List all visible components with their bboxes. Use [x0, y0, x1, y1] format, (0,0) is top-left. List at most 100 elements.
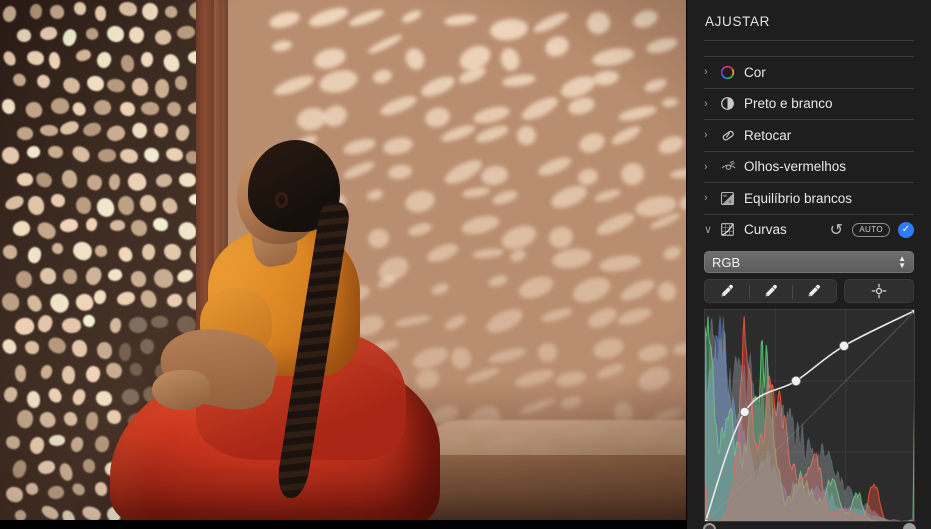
gray-point-eyedropper-icon[interactable] [749, 280, 793, 302]
woman-hand [152, 370, 210, 410]
jali-perforation [95, 390, 112, 407]
chevron-right-icon[interactable]: › [704, 98, 720, 110]
curves-tool-row [704, 279, 914, 303]
jali-perforation [11, 218, 33, 239]
jali-perforation [59, 217, 80, 234]
jali-perforation [28, 3, 42, 19]
jali-perforation [2, 98, 16, 114]
jali-perforation [81, 120, 102, 138]
jali-perforation [70, 482, 87, 498]
jali-perforation [82, 458, 95, 473]
jali-perforation [119, 148, 138, 164]
jali-perforation [39, 25, 59, 42]
jali-perforation [47, 484, 66, 501]
jali-perforation [40, 125, 58, 136]
jali-perforation [106, 267, 123, 282]
jali-perforation [138, 337, 156, 356]
white-point-handle[interactable] [903, 523, 916, 529]
sidebar-item-curvas[interactable]: ∨ Curvas ↺ AUTO ✓ [704, 215, 914, 246]
adjust-panel: AJUSTAR › Cor [686, 0, 931, 529]
jali-perforation [52, 242, 65, 255]
jali-perforation [121, 54, 135, 72]
jali-perforation [151, 121, 169, 140]
jali-perforation [176, 24, 196, 40]
chevron-right-icon[interactable]: › [704, 192, 720, 204]
jali-perforation [141, 101, 159, 115]
jali-perforation [160, 196, 179, 217]
jali-perforation [48, 52, 61, 70]
jali-perforation [173, 123, 192, 143]
jali-perforation [81, 504, 103, 520]
jali-perforation [178, 172, 196, 188]
jali-perforation [61, 170, 77, 189]
svg-text:W: W [723, 194, 727, 198]
jali-perforation [49, 3, 65, 19]
jali-perforation [131, 77, 149, 97]
jali-perforation [1, 385, 20, 405]
reset-curves-icon[interactable]: ↺ [828, 222, 844, 238]
jali-perforation [127, 26, 145, 45]
white-point-eyedropper-icon[interactable] [792, 280, 836, 302]
jali-perforation [166, 147, 184, 161]
jali-perforation [163, 5, 178, 20]
sidebar-item-equilibrio-brancos[interactable]: › W B Equilíbrio brancos [704, 183, 914, 214]
jali-perforation [24, 482, 39, 497]
jali-perforation [129, 362, 144, 377]
jali-perforation [49, 96, 70, 115]
channel-select-value: RGB [712, 255, 898, 270]
jali-perforation [62, 411, 78, 427]
jali-perforation [175, 76, 187, 90]
jali-perforation [116, 289, 138, 308]
jali-perforation [107, 410, 121, 424]
black-point-eyedropper-icon[interactable] [705, 280, 749, 302]
sidebar-item-label: Retocar [744, 128, 914, 143]
jali-perforation [35, 73, 52, 90]
jali-perforation [117, 245, 134, 263]
chevron-right-icon[interactable]: › [704, 66, 720, 78]
enable-curves-checkbox[interactable]: ✓ [898, 222, 914, 238]
jali-perforation [49, 434, 66, 447]
chevron-right-icon[interactable]: › [704, 161, 720, 173]
sidebar-item-retocar[interactable]: › Retocar [704, 120, 914, 151]
sidebar-item-preto-e-branco[interactable]: › Preto e branco [704, 89, 914, 120]
jali-perforation [95, 196, 116, 218]
black-point-handle[interactable] [703, 523, 716, 529]
chevron-updown-icon[interactable]: ▲▼ [898, 255, 906, 269]
target-point-icon[interactable] [844, 279, 914, 303]
jali-perforation [26, 50, 44, 66]
jali-perforation [73, 292, 94, 313]
jali-perforation [63, 269, 77, 285]
photo-viewer[interactable] [0, 0, 686, 529]
jali-perforation [94, 49, 114, 70]
jali-perforation [118, 195, 134, 214]
curve-endpoint-handles [704, 523, 915, 529]
jali-perforation [151, 316, 169, 329]
jali-perforation [48, 146, 63, 159]
curves-plot[interactable] [705, 310, 915, 522]
sidebar-item-cor[interactable]: › Cor [704, 57, 914, 88]
curves-controls: ↺ AUTO ✓ [828, 222, 914, 238]
sidebar-item-olhos-vermelhos[interactable]: › Olhos-vermelhos [704, 152, 914, 183]
jali-perforation [129, 120, 150, 141]
jali-perforation [51, 194, 67, 208]
jali-perforation [2, 146, 21, 164]
jali-perforation [83, 265, 105, 288]
curves-graph[interactable] [704, 309, 915, 522]
chevron-right-icon[interactable]: › [704, 129, 720, 141]
photo-editor-window: AJUSTAR › Cor [0, 0, 931, 529]
jali-perforation [154, 78, 170, 98]
jali-perforation [27, 391, 41, 409]
panel-title: AJUSTAR [704, 0, 914, 40]
channel-select[interactable]: RGB ▲▼ [704, 251, 914, 273]
auto-button[interactable]: AUTO [852, 223, 890, 237]
curves-icon [720, 222, 744, 237]
jali-perforation [46, 386, 63, 404]
jali-perforation [154, 171, 174, 189]
jali-perforation [104, 361, 124, 380]
jali-perforation [38, 364, 54, 381]
jali-perforation [25, 340, 40, 354]
jali-perforation [5, 485, 24, 502]
chevron-down-icon[interactable]: ∨ [704, 223, 720, 236]
jali-perforation [0, 337, 18, 356]
jali-perforation [119, 387, 141, 409]
